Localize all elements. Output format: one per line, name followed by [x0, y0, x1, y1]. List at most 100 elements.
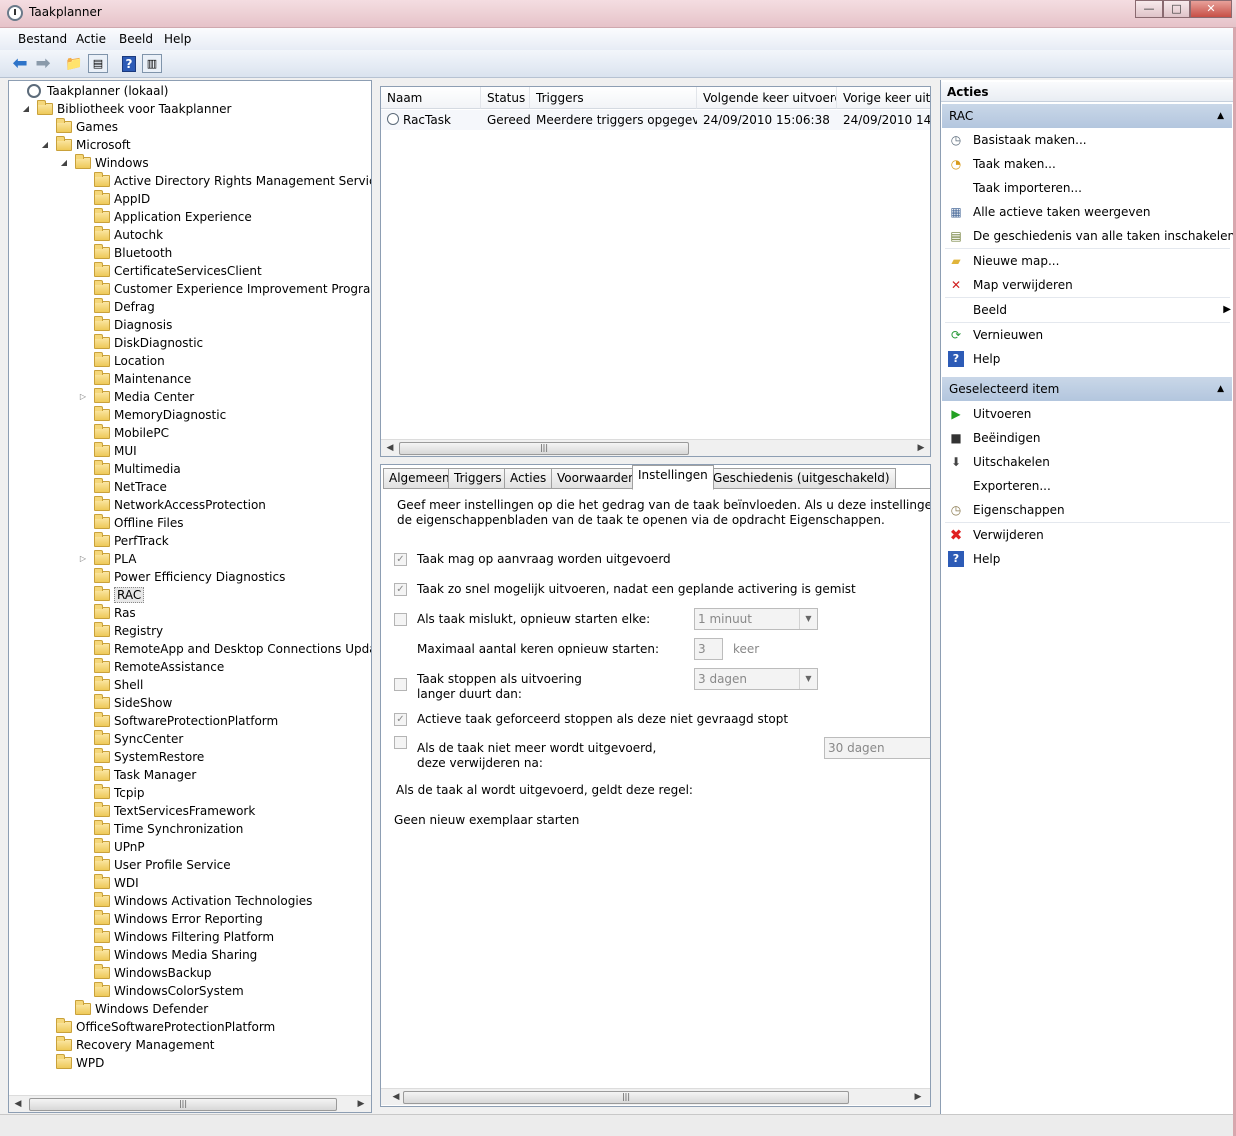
tree-folder[interactable]: Shell — [9, 676, 371, 694]
tab-triggers[interactable]: Triggers — [448, 468, 508, 489]
tree-folder[interactable]: SideShow — [9, 694, 371, 712]
tree-horizontal-scrollbar[interactable]: ◀ ||| ▶ — [9, 1095, 371, 1112]
tree-folder[interactable]: Task Manager — [9, 766, 371, 784]
up-folder-button[interactable]: 📁 — [64, 54, 84, 73]
tree-folder[interactable]: Active Directory Rights Management Servi… — [9, 172, 371, 190]
task-list[interactable]: Naam Status Triggers Volgende keer uitvo… — [380, 86, 931, 457]
action-uitschakelen[interactable]: ⬇ Uitschakelen — [945, 451, 1231, 473]
tree-folder[interactable]: Windows Filtering Platform — [9, 928, 371, 946]
expanded-arrow-icon[interactable] — [59, 154, 69, 172]
tree-folder[interactable]: SoftwareProtectionPlatform — [9, 712, 371, 730]
tree-folder[interactable]: Media Center — [9, 388, 371, 406]
tree-folder[interactable]: Games — [9, 118, 371, 136]
scroll-right-arrow-icon[interactable]: ▶ — [911, 1090, 925, 1105]
stop-if-longer-checkbox[interactable] — [394, 678, 407, 691]
tree-folder[interactable]: Location — [9, 352, 371, 370]
scroll-thumb[interactable]: ||| — [399, 442, 689, 455]
expanded-arrow-icon[interactable] — [40, 136, 50, 154]
help-toolbar-button[interactable]: ? — [119, 54, 139, 73]
action-alle-actieve-taken-weergeven[interactable]: ▦ Alle actieve taken weergeven — [945, 201, 1231, 223]
collapse-up-icon[interactable]: ▲ — [1217, 377, 1224, 401]
tree-folder[interactable]: Bluetooth — [9, 244, 371, 262]
tree-folder[interactable]: MobilePC — [9, 424, 371, 442]
force-stop-checkbox[interactable]: ✓ — [394, 713, 407, 726]
tree-folder[interactable]: WPD — [9, 1054, 371, 1072]
scroll-left-arrow-icon[interactable]: ◀ — [383, 441, 397, 456]
collapsed-arrow-icon[interactable] — [78, 550, 88, 568]
tree-folder[interactable]: Application Experience — [9, 208, 371, 226]
details-horizontal-scrollbar[interactable]: ◀ ||| ▶ — [381, 1088, 930, 1105]
actions-section-rac[interactable]: RAC ▲ — [942, 104, 1232, 128]
action-nieuwe-map[interactable]: ▰ Nieuwe map... — [945, 250, 1231, 272]
scroll-right-arrow-icon[interactable]: ▶ — [354, 1097, 368, 1112]
collapsed-arrow-icon[interactable] — [78, 388, 88, 406]
tree-folder[interactable]: WindowsBackup — [9, 964, 371, 982]
tree-folder[interactable]: CertificateServicesClient — [9, 262, 371, 280]
tree-windows[interactable]: Windows — [9, 154, 371, 172]
action-exporteren[interactable]: Exporteren... — [945, 475, 1231, 497]
tree-library[interactable]: Bibliotheek voor Taakplanner — [9, 100, 371, 118]
show-hide-tree-button[interactable]: ▤ — [88, 54, 108, 73]
tree-folder[interactable]: Defrag — [9, 298, 371, 316]
action-beeld[interactable]: Beeld ▶ — [945, 299, 1231, 321]
tree-folder[interactable]: Time Synchronization — [9, 820, 371, 838]
menu-bestand[interactable]: Bestand — [18, 32, 67, 46]
scroll-left-arrow-icon[interactable]: ◀ — [11, 1097, 25, 1112]
action-beëindigen[interactable]: ■ Beëindigen — [945, 427, 1231, 449]
tree-folder[interactable]: PerfTrack — [9, 532, 371, 550]
minimize-button[interactable]: — — [1135, 0, 1163, 18]
tree-folder[interactable]: Ras — [9, 604, 371, 622]
tree-root[interactable]: Taakplanner (lokaal) — [9, 82, 371, 100]
tree-microsoft[interactable]: Microsoft — [9, 136, 371, 154]
restart-interval-dropdown[interactable]: 1 minuut ▼ — [694, 608, 818, 630]
scroll-right-arrow-icon[interactable]: ▶ — [914, 441, 928, 456]
tree-folder[interactable]: Customer Experience Improvement Program — [9, 280, 371, 298]
tree-folder[interactable]: MUI — [9, 442, 371, 460]
back-button[interactable]: ⬅ — [10, 53, 30, 74]
tree-folder[interactable]: Windows Error Reporting — [9, 910, 371, 928]
action-taak-importeren[interactable]: Taak importeren... — [945, 177, 1231, 199]
action-help[interactable]: ? Help — [945, 548, 1231, 570]
tab-instellingen[interactable]: Instellingen — [632, 465, 714, 490]
collapse-up-icon[interactable]: ▲ — [1217, 104, 1224, 128]
tree-folder[interactable]: PLA — [9, 550, 371, 568]
tree-folder[interactable]: Registry — [9, 622, 371, 640]
delete-if-not-scheduled-checkbox[interactable] — [394, 736, 407, 749]
tree-folder[interactable]: UPnP — [9, 838, 371, 856]
tree-folder[interactable]: RemoteApp and Desktop Connections Update — [9, 640, 371, 658]
tree-folder[interactable]: AppID — [9, 190, 371, 208]
tree-folder[interactable]: DiskDiagnostic — [9, 334, 371, 352]
tree-folder[interactable]: Recovery Management — [9, 1036, 371, 1054]
action-vernieuwen[interactable]: ⟳ Vernieuwen — [945, 324, 1231, 346]
action-verwijderen[interactable]: ✖ Verwijderen — [945, 524, 1231, 546]
forward-button[interactable]: ➡ — [33, 53, 53, 74]
close-button[interactable]: ✕ — [1190, 0, 1232, 18]
tree-folder[interactable]: Maintenance — [9, 370, 371, 388]
tree-folder[interactable]: Windows Media Sharing — [9, 946, 371, 964]
tree-folder[interactable]: Multimedia — [9, 460, 371, 478]
tree-folder[interactable]: Tcpip — [9, 784, 371, 802]
column-header-naam[interactable]: Naam — [381, 87, 481, 109]
column-header-last-run[interactable]: Vorige keer uitge — [837, 87, 930, 109]
action-help[interactable]: ? Help — [945, 348, 1231, 370]
maximize-button[interactable]: □ — [1163, 0, 1190, 18]
tab-algemeen[interactable]: Algemeen — [383, 468, 456, 489]
already-running-rule-dropdown[interactable]: Geen nieuw exemplaar starten — [394, 813, 579, 827]
console-tree[interactable]: Taakplanner (lokaal) Bibliotheek voor Taa… — [8, 80, 372, 1113]
tree-folder[interactable]: WindowsColorSystem — [9, 982, 371, 1000]
tree-folder[interactable]: Autochk — [9, 226, 371, 244]
show-hide-actions-button[interactable]: ▥ — [142, 54, 162, 73]
action-basistaak-maken[interactable]: ◷ Basistaak maken... — [945, 129, 1231, 151]
actions-section-selected-item[interactable]: Geselecteerd item ▲ — [942, 377, 1232, 401]
tree-folder[interactable]: NetTrace — [9, 478, 371, 496]
action-taak-maken[interactable]: ◔ Taak maken... — [945, 153, 1231, 175]
expanded-arrow-icon[interactable] — [21, 100, 31, 118]
tasklist-horizontal-scrollbar[interactable]: ◀ ||| ▶ — [381, 439, 930, 456]
tree-folder[interactable]: Windows Defender — [9, 1000, 371, 1018]
action-map-verwijderen[interactable]: ✕ Map verwijderen — [945, 274, 1231, 296]
tree-folder[interactable]: Offline Files — [9, 514, 371, 532]
tree-folder[interactable]: SyncCenter — [9, 730, 371, 748]
tab-voorwaarden[interactable]: Voorwaarden — [551, 468, 642, 489]
on-demand-checkbox[interactable]: ✓ — [394, 553, 407, 566]
menu-actie[interactable]: Actie — [76, 32, 106, 46]
